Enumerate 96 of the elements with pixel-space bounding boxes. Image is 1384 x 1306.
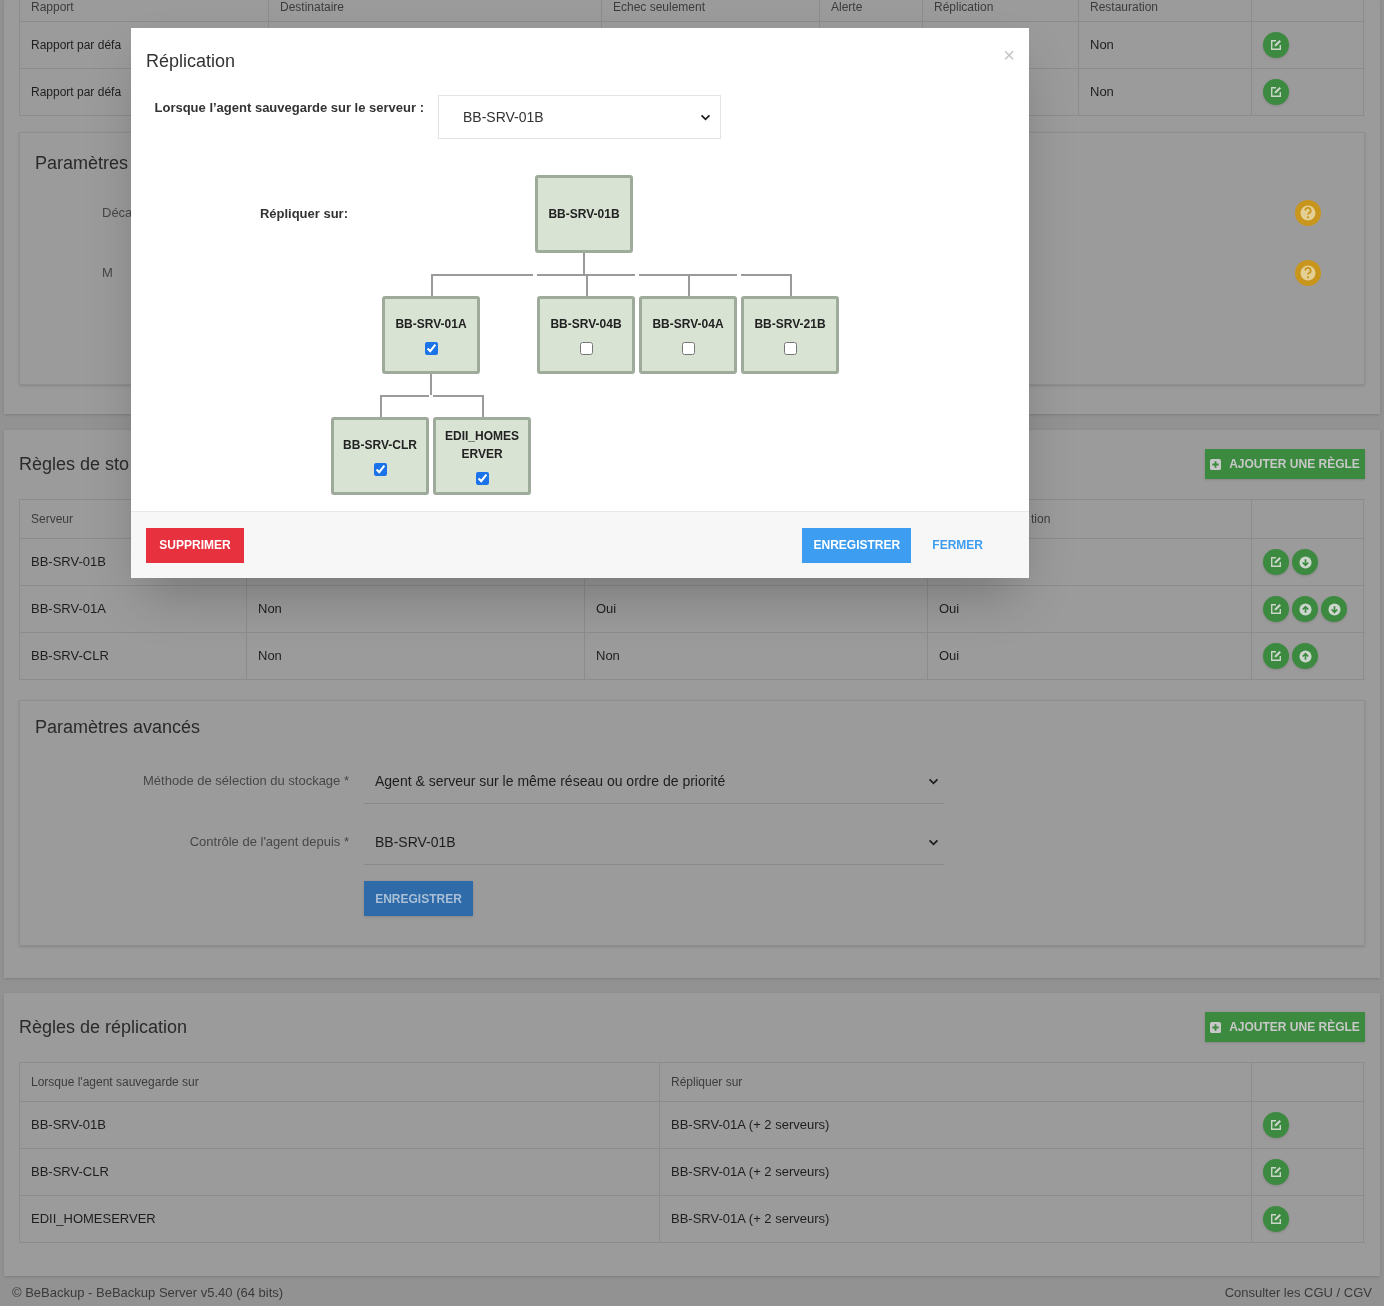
column-header: Restauration [1090,0,1159,14]
close-button[interactable]: FERMER [922,527,993,563]
table-cell-text: Rapport par défa [31,84,122,101]
save-button[interactable]: ENREGISTRER [364,881,473,916]
table-cell-text: BB-SRV-CLR [31,647,109,666]
node-checkbox[interactable] [373,463,387,476]
edit-button[interactable] [1263,79,1289,105]
node-checkbox[interactable] [424,342,438,355]
edit-button[interactable] [1263,32,1289,58]
select-field[interactable]: BB-SRV-01B [364,820,944,865]
edit-button[interactable] [1263,596,1289,622]
table-cell-text: Non [1090,36,1114,55]
move-up-button[interactable] [1292,596,1318,622]
node-checkbox[interactable] [783,342,797,355]
panel-title: Règles de sto [19,452,130,476]
column-header: Echec seulement [613,0,706,14]
table-cell-text: BB-SRV-CLR [31,1163,109,1182]
table-cell-text: BB-SRV-01B [31,1116,106,1135]
field-label: Lorsque l’agent sauvegarde sur le serveur : [154,100,424,115]
card-title: Paramètres avancés [34,716,202,739]
node-label: BB-SRV-CLR [342,437,418,454]
edit-icon [1270,556,1282,568]
close-button[interactable]: × [1003,42,1015,68]
table-cell-text: Non [258,647,282,666]
down-arrow-icon [1298,555,1312,569]
chevron-down-icon [700,113,711,121]
column-header: Alerte [831,0,863,14]
edit-icon [1270,1119,1282,1131]
node-label: BB-SRV-04A [651,316,725,333]
edit-button[interactable] [1263,1159,1289,1185]
table-cell-text: BB-SRV-01A (+ 2 serveurs) [671,1163,830,1182]
node-label: BB-SRV-21B [753,316,827,333]
terms-link[interactable]: Consulter les CGU / CGV [1224,1283,1372,1303]
node-label: BB-SRV-01B [547,206,621,223]
table-cell-text: Oui [596,600,617,619]
node-label: BB-SRV-04B [549,316,623,333]
node-checkbox[interactable] [681,342,695,355]
up-arrow-icon [1298,602,1312,616]
node-label: BB-SRV-01A [394,316,468,333]
node-checkbox[interactable] [475,472,489,485]
column-header: Destinataire [280,0,345,14]
table-cell-text: Oui [939,647,960,666]
table-cell-text: BB-SRV-01A (+ 2 serveurs) [671,1210,830,1229]
save-button[interactable]: ENREGISTRER [802,527,912,563]
card-title: Paramètres [34,152,130,175]
delete-button[interactable]: SUPPRIMER [146,527,244,563]
table-cell-text: Non [1090,83,1114,102]
table-cell-text: BB-SRV-01B [31,553,106,572]
help-icon[interactable] [1295,200,1321,226]
table-cell-text: Serveur [31,511,74,528]
edit-icon [1270,39,1282,51]
edit-icon [1270,650,1282,662]
chevron-down-icon [928,777,939,785]
add-rule-button[interactable]: AJOUTER UNE RÈGLE [1205,449,1365,479]
table-cell-text: Lorsque l'agent sauvegarde sur [31,1074,199,1091]
field-label: M [102,264,113,283]
field-label: Déca [102,204,133,223]
edit-button[interactable] [1263,1206,1289,1232]
move-down-button[interactable] [1321,596,1347,622]
field-label: Contrôle de l'agent depuis * [189,834,349,849]
copyright-text: © BeBackup - BeBackup Server v5.40 (64 bits) [12,1284,284,1303]
modal-title: Réplication [146,50,236,73]
move-down-button[interactable] [1292,549,1318,575]
table-cell-text: Oui [939,600,960,619]
column-header: Rapport [31,0,74,14]
edit-icon [1270,1213,1282,1225]
table-cell-text: EDII_HOMESERVER [31,1210,156,1229]
edit-button[interactable] [1263,1112,1289,1138]
table-cell-text: Rapport par défa [31,37,122,54]
move-up-button[interactable] [1292,643,1318,669]
table-cell-text: Non [596,647,620,666]
field-label: Méthode de sélection du stockage * [143,773,349,788]
table-cell-text: Répliquer sur [671,1074,743,1091]
node-checkbox[interactable] [579,342,593,355]
edit-icon [1270,603,1282,615]
field-label: Répliquer sur: [259,206,348,221]
table-cell-text: Non [258,600,282,619]
help-icon[interactable] [1295,260,1321,286]
table-cell-text: tion [1031,511,1051,528]
up-arrow-icon [1298,649,1312,663]
down-arrow-icon [1327,602,1341,616]
chevron-down-icon [928,838,939,846]
edit-button[interactable] [1263,643,1289,669]
plus-icon [1210,1021,1222,1033]
select-field[interactable]: BB-SRV-01B [438,95,721,139]
panel-title: Règles de réplication [19,1015,188,1039]
edit-icon [1270,86,1282,98]
select-field[interactable]: Agent & serveur sur le même réseau ou ordre de priorité [364,759,944,804]
column-header: Réplication [934,0,994,14]
edit-icon [1270,1166,1282,1178]
edit-button[interactable] [1263,549,1289,575]
plus-icon [1210,458,1222,470]
table-cell-text: BB-SRV-01A (+ 2 serveurs) [671,1116,830,1135]
add-rule-button[interactable]: AJOUTER UNE RÈGLE [1205,1012,1365,1042]
table-cell-text: BB-SRV-01A [31,600,106,619]
node-label: EDII_HOMESERVER [444,428,520,463]
